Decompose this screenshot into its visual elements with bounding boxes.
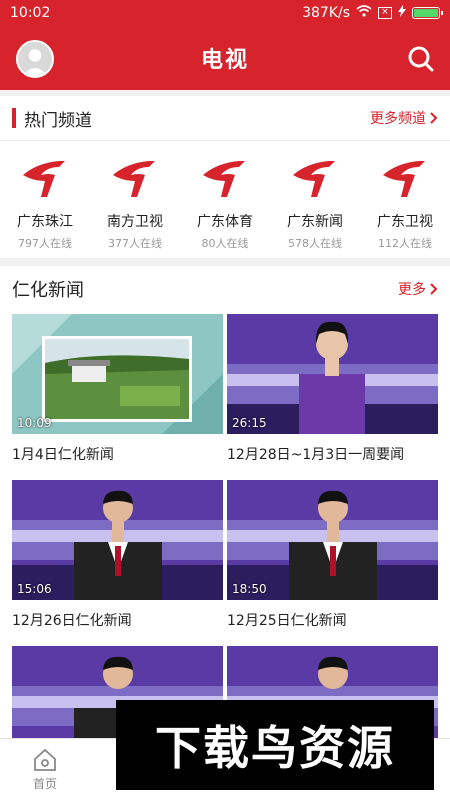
news-card-title: 12月25日仁化新闻 [227, 613, 347, 629]
channel-item[interactable]: 广东卫视 112人在线 [362, 153, 448, 251]
news-card[interactable]: 10:09 1月4日仁化新闻 [12, 314, 223, 464]
video-duration: 26:15 [232, 416, 267, 430]
charging-icon [398, 5, 406, 21]
channel-name: 广东体育 [197, 214, 253, 230]
channel-viewers: 80人在线 [201, 237, 249, 250]
channel-item[interactable]: 广东珠江 797人在线 [2, 153, 88, 251]
news-section-title: 仁化新闻 [12, 280, 84, 301]
gdtv-logo-icon [293, 161, 335, 197]
gdtv-logo-icon [383, 161, 425, 197]
channel-name: 广东珠江 [17, 214, 73, 230]
news-card[interactable]: 15:06 12月26日仁化新闻 [12, 480, 223, 630]
video-thumbnail: 10:09 [12, 314, 223, 434]
channel-item[interactable]: 南方卫视 377人在线 [92, 153, 178, 251]
chevron-right-icon [430, 112, 438, 124]
news-card-title: 12月28日~1月3日一周要闻 [227, 447, 405, 463]
section-marker [12, 108, 16, 128]
page-title: 电视 [200, 48, 249, 73]
status-bar: 10:02 387K/s × [0, 0, 450, 26]
video-duration: 18:50 [232, 582, 267, 596]
hot-channels-section: 热门频道 更多频道 广东珠江 797人在线 南方卫视 377人在线 广东体育 8… [0, 96, 450, 258]
hot-channels-header: 热门频道 更多频道 [0, 96, 450, 140]
battery-icon [412, 7, 443, 19]
gdtv-logo-icon [203, 161, 245, 197]
more-news-label: 更多 [398, 282, 426, 298]
video-duration: 15:06 [17, 582, 52, 596]
search-icon [408, 46, 434, 72]
tab-home-label: 首页 [32, 777, 57, 791]
news-card[interactable]: 26:15 12月28日~1月3日一周要闻 [227, 314, 438, 464]
search-button[interactable] [406, 44, 436, 74]
channel-viewers: 377人在线 [108, 237, 162, 250]
video-thumbnail: 26:15 [227, 314, 438, 434]
news-header: 仁化新闻 更多 [0, 266, 450, 312]
news-card-title: 1月4日仁化新闻 [12, 447, 114, 463]
channel-item[interactable]: 广东新闻 578人在线 [272, 153, 358, 251]
hot-channels-title: 热门频道 [24, 110, 92, 131]
channel-name: 广东卫视 [377, 214, 433, 230]
news-card-title: 12月26日仁化新闻 [12, 613, 132, 629]
news-card[interactable]: 18:50 12月25日仁化新闻 [227, 480, 438, 630]
channel-viewers: 578人在线 [288, 237, 342, 250]
video-thumbnail: 18:50 [227, 480, 438, 600]
home-icon [34, 748, 56, 771]
channel-viewers: 112人在线 [378, 237, 432, 250]
app-header: 电视 [0, 26, 450, 90]
video-thumbnail: 15:06 [12, 480, 223, 600]
more-channels-link[interactable]: 更多频道 [370, 108, 438, 128]
channel-item[interactable]: 广东体育 80人在线 [182, 153, 268, 251]
status-time: 10:02 [10, 5, 51, 21]
wifi-icon [356, 5, 372, 21]
no-sim-icon: × [378, 7, 392, 19]
chevron-right-icon [430, 283, 438, 295]
renhua-news-section: 仁化新闻 更多 10:09 1月4日仁化新闻 26:15 12月28日~1月3日… [0, 266, 450, 738]
watermark-banner: 下载鸟资源 [116, 700, 434, 790]
avatar[interactable] [16, 40, 54, 78]
network-speed: 387K/s [302, 5, 350, 21]
video-duration: 10:09 [17, 416, 52, 430]
channel-viewers: 797人在线 [18, 237, 72, 250]
channel-name: 广东新闻 [287, 214, 343, 230]
channel-name: 南方卫视 [107, 214, 163, 230]
more-channels-label: 更多频道 [370, 111, 426, 127]
tab-home[interactable]: 首页 [0, 739, 90, 800]
channel-list: 广东珠江 797人在线 南方卫视 377人在线 广东体育 80人在线 广东新闻 … [0, 141, 450, 251]
gdtv-logo-icon [113, 161, 155, 197]
gdtv-logo-icon [23, 161, 65, 197]
more-news-link[interactable]: 更多 [398, 279, 438, 299]
